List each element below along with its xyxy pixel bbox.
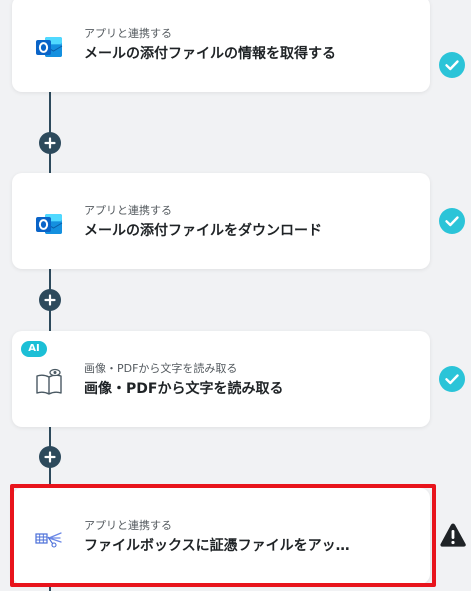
check-circle-icon bbox=[439, 52, 465, 78]
flow-step-3-card[interactable]: 画像・PDFから文字を読み取る 画像・PDFから文字を読み取る bbox=[12, 331, 430, 427]
ai-badge: AI bbox=[21, 341, 47, 357]
step-title: ファイルボックスに証憑ファイルをアッ… bbox=[84, 538, 350, 554]
step-subtitle: アプリと連携する bbox=[84, 519, 172, 532]
plus-icon bbox=[44, 448, 56, 467]
plus-icon bbox=[44, 134, 56, 153]
add-step-button[interactable] bbox=[39, 289, 61, 311]
check-circle-icon bbox=[439, 366, 465, 392]
step-subtitle: アプリと連携する bbox=[84, 204, 172, 217]
warning-icon bbox=[439, 522, 466, 548]
add-step-button[interactable] bbox=[39, 446, 61, 468]
step-subtitle: 画像・PDFから文字を読み取る bbox=[84, 362, 238, 375]
step-subtitle: アプリと連携する bbox=[84, 27, 172, 40]
step-title: メールの添付ファイルの情報を取得する bbox=[84, 46, 336, 62]
flow-step-1-card[interactable]: アプリと連携する メールの添付ファイルの情報を取得する bbox=[12, 0, 430, 92]
outlook-icon bbox=[34, 209, 64, 239]
step-title: 画像・PDFから文字を読み取る bbox=[84, 381, 284, 397]
filebox-app-icon bbox=[34, 524, 64, 554]
outlook-icon bbox=[34, 32, 64, 62]
check-circle-icon bbox=[439, 208, 465, 234]
ocr-book-eye-icon bbox=[34, 367, 64, 397]
flow-step-4-card[interactable]: アプリと連携する ファイルボックスに証憑ファイルをアッ… bbox=[12, 488, 430, 584]
add-step-button[interactable] bbox=[39, 132, 61, 154]
plus-icon bbox=[44, 291, 56, 310]
flow-step-2-card[interactable]: アプリと連携する メールの添付ファイルをダウンロード bbox=[12, 173, 430, 269]
step-title: メールの添付ファイルをダウンロード bbox=[84, 223, 322, 239]
